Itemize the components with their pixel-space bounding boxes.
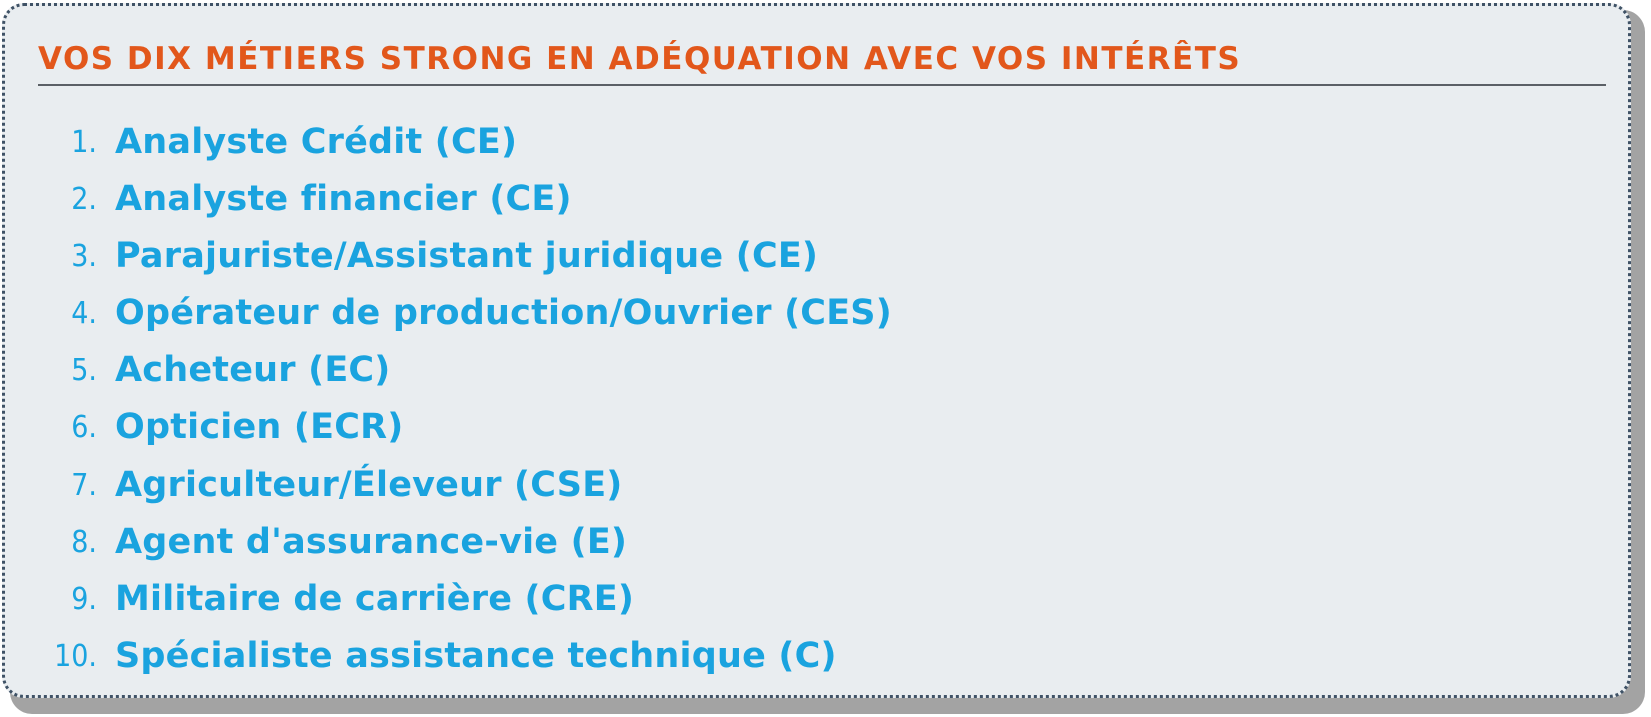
item-number: 4. bbox=[71, 296, 97, 332]
job-label: Parajuriste/Assistant juridique (CE) bbox=[115, 236, 819, 277]
item-number: 5. bbox=[71, 353, 97, 389]
item-number: 9. bbox=[71, 581, 97, 617]
item-number: 7. bbox=[71, 467, 97, 503]
item-number: 6. bbox=[71, 410, 97, 446]
job-label: Agriculteur/Éleveur (CSE) bbox=[115, 464, 623, 505]
job-label: Spécialiste assistance technique (C) bbox=[115, 635, 837, 676]
item-number: 1. bbox=[71, 125, 97, 160]
item-number: 8. bbox=[71, 524, 97, 560]
section-title: VOS DIX MÉTIERS STRONG EN ADÉQUATION AVE… bbox=[38, 40, 1606, 86]
job-label: Opérateur de production/Ouvrier (CES) bbox=[115, 293, 892, 334]
job-label: Analyste Crédit (CE) bbox=[115, 122, 518, 162]
job-label: Opticien (ECR) bbox=[115, 407, 404, 448]
job-label: Agent d'assurance-vie (E) bbox=[115, 521, 628, 562]
interests-card: VOS DIX MÉTIERS STRONG EN ADÉQUATION AVE… bbox=[2, 3, 1631, 698]
item-number: 3. bbox=[71, 239, 97, 275]
item-number: 10. bbox=[54, 638, 97, 674]
job-label: Analyste financier (CE) bbox=[115, 179, 572, 220]
item-number: 2. bbox=[71, 182, 97, 218]
job-label: Militaire de carrière (CRE) bbox=[115, 578, 635, 619]
job-label: Acheteur (EC) bbox=[115, 350, 391, 391]
